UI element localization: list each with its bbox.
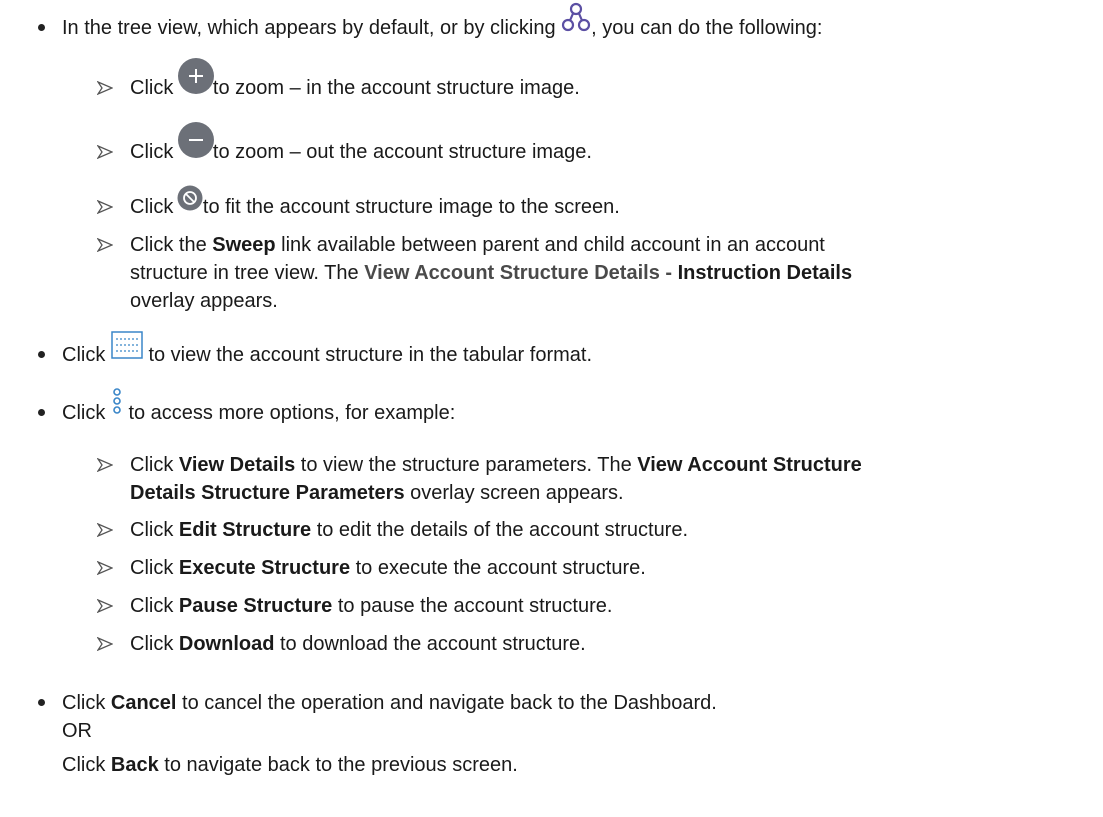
click-word: Click	[130, 557, 179, 579]
pause-structure-text: to pause the account structure.	[332, 595, 613, 617]
back-text: to navigate back to the previous screen.	[158, 754, 518, 776]
click-word: Click	[130, 454, 179, 476]
sweep-text: Click the	[130, 234, 213, 256]
click-word: Click	[130, 595, 179, 617]
click-word: Click	[62, 344, 111, 366]
tabular-text: to view the account structure in the tab…	[142, 344, 593, 366]
document-page: In the tree view, which appears by defau…	[0, 0, 1103, 817]
execute-structure-label: Execute Structure	[178, 557, 351, 579]
intro-line: In the tree view, which appears by defau…	[62, 2, 823, 40]
intro-text-before: In the tree view, which appears by defau…	[62, 17, 562, 39]
click-word: Click	[130, 77, 179, 99]
tree-view-icon	[561, 1, 591, 39]
arrow-bullet-icon	[97, 637, 113, 651]
table-view-icon	[111, 330, 143, 365]
download-label: Download	[178, 633, 275, 655]
click-word: Click	[62, 692, 111, 714]
arrow-bullet-icon	[97, 200, 113, 214]
arrow-bullet-icon	[97, 81, 113, 95]
more-options-line: Click to access more options, for exampl…	[62, 387, 456, 425]
overlay-title: Details Structure Parameters	[130, 482, 405, 504]
arrow-bullet-icon	[97, 145, 113, 159]
sweep-line-1: Click the Sweep link available between p…	[130, 233, 825, 257]
or-line: OR	[62, 719, 92, 743]
back-line: Click Back to navigate back to the previ…	[62, 753, 518, 777]
zoom-in-text: to zoom – in the account structure image…	[212, 77, 580, 99]
cancel-line: Click Cancel to cancel the operation and…	[62, 691, 717, 715]
fit-screen-icon	[177, 185, 203, 217]
click-word: Click	[130, 141, 179, 163]
click-word: Click	[62, 754, 111, 776]
sweep-line-3: overlay appears.	[130, 289, 278, 313]
view-details-line-2: Details Structure Parameters overlay scr…	[130, 481, 624, 505]
sweep-link-label: Sweep	[212, 234, 276, 256]
edit-structure-label: Edit Structure	[178, 519, 312, 541]
sweep-text: structure in tree view. The	[130, 262, 365, 284]
view-details-text: to view the structure parameters. The	[295, 454, 638, 476]
click-word: Click	[130, 633, 179, 655]
download-line: Click Download to download the account s…	[130, 632, 586, 656]
zoom-in-line: Click to zoom – in the account structure…	[130, 57, 580, 101]
bullet-dot	[38, 24, 45, 31]
click-word: Click	[62, 402, 111, 424]
zoom-in-icon	[177, 57, 215, 101]
bullet-dot	[38, 351, 45, 358]
zoom-out-text: to zoom – out the account structure imag…	[212, 141, 592, 163]
zoom-out-icon	[177, 121, 215, 165]
download-text: to download the account structure.	[274, 633, 586, 655]
overlay-subtitle: Instruction Details	[677, 262, 853, 284]
cancel-label: Cancel	[110, 692, 177, 714]
fit-line: Click to fit the account structure image…	[130, 185, 620, 219]
intro-text-after: , you can do the following:	[591, 17, 823, 39]
pause-structure-line: Click Pause Structure to pause the accou…	[130, 594, 612, 618]
back-label: Back	[110, 754, 159, 776]
zoom-out-line: Click to zoom – out the account structur…	[130, 121, 592, 165]
arrow-bullet-icon	[97, 523, 113, 537]
arrow-bullet-icon	[97, 458, 113, 472]
execute-structure-line: Click Execute Structure to execute the a…	[130, 556, 646, 580]
click-word: Click	[130, 196, 179, 218]
click-word: Click	[130, 519, 179, 541]
bullet-dot	[38, 699, 45, 706]
arrow-bullet-icon	[97, 561, 113, 575]
edit-structure-line: Click Edit Structure to edit the details…	[130, 518, 688, 542]
more-options-text: to access more options, for example:	[122, 402, 456, 424]
execute-structure-text: to execute the account structure.	[350, 557, 646, 579]
sweep-text: overlay appears.	[130, 290, 278, 312]
overlay-title: View Account Structure	[637, 454, 862, 476]
more-options-icon	[111, 386, 123, 422]
view-details-label: View Details	[178, 454, 296, 476]
bullet-dot	[38, 409, 45, 416]
arrow-bullet-icon	[97, 238, 113, 252]
view-details-text: overlay screen appears.	[404, 482, 624, 504]
tabular-line: Click to view the account structure in t…	[62, 330, 593, 367]
cancel-text: to cancel the operation and navigate bac…	[176, 692, 717, 714]
sweep-line-2: structure in tree view. The View Account…	[130, 261, 852, 285]
or-text: OR	[62, 720, 92, 742]
sweep-text: link available between parent and child …	[275, 234, 825, 256]
edit-structure-text: to edit the details of the account struc…	[311, 519, 689, 541]
arrow-bullet-icon	[97, 599, 113, 613]
fit-text: to fit the account structure image to th…	[202, 196, 620, 218]
overlay-title: View Account Structure Details -	[364, 262, 678, 284]
pause-structure-label: Pause Structure	[178, 595, 333, 617]
view-details-line-1: Click View Details to view the structure…	[130, 453, 862, 477]
